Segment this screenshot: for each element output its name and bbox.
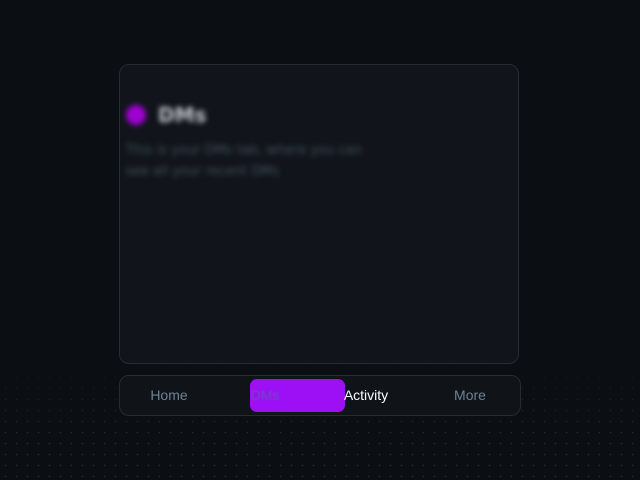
dms-panel-content: DMs This is your DMs tab, where you can …: [126, 103, 376, 182]
tab-dms[interactable]: DMs: [238, 376, 292, 415]
tab-activity[interactable]: Activity: [320, 376, 412, 415]
tab-home[interactable]: Home: [124, 376, 214, 415]
tab-more[interactable]: More: [425, 376, 515, 415]
dms-panel-title: DMs: [158, 103, 207, 127]
bottom-tab-bar: Home DMs Activity More: [119, 375, 521, 416]
dms-panel-description: This is your DMs tab, where you can see …: [126, 143, 362, 179]
dms-dot-icon: [126, 105, 146, 125]
dms-panel: DMs This is your DMs tab, where you can …: [119, 64, 519, 364]
dms-panel-header: DMs: [126, 103, 376, 127]
